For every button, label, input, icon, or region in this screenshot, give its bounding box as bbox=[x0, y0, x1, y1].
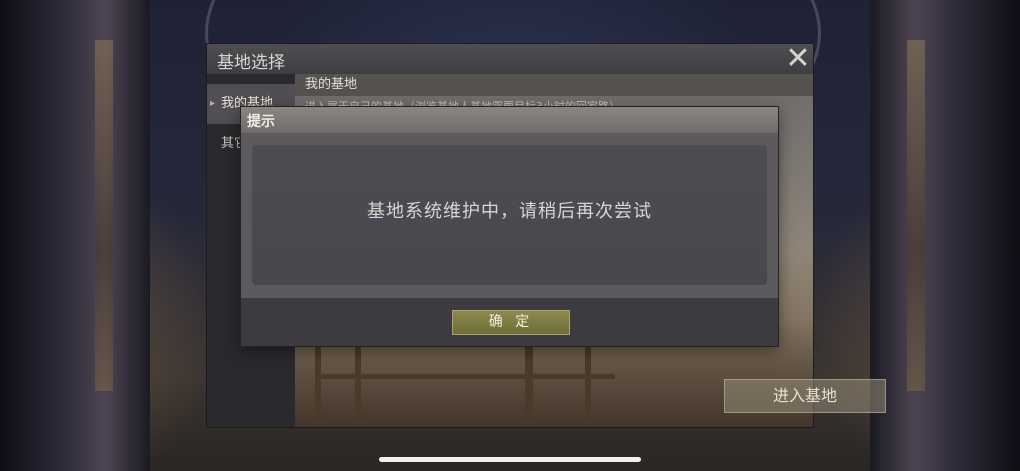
confirm-button[interactable]: 确 定 bbox=[452, 310, 570, 335]
scaffold-decoration bbox=[315, 344, 321, 424]
dialog-message-panel: 基地系统维护中，请稍后再次尝试 bbox=[252, 145, 767, 285]
left-pillar-decoration bbox=[0, 0, 150, 471]
enter-base-button[interactable]: 进入基地 bbox=[724, 379, 886, 413]
main-section-header: 我的基地 bbox=[295, 74, 813, 96]
right-pillar-decoration bbox=[870, 0, 1020, 471]
base-window-titlebar: 基地选择 ✕ bbox=[207, 44, 813, 74]
home-indicator[interactable] bbox=[379, 457, 641, 462]
scaffold-decoration bbox=[315, 374, 615, 379]
dialog-title: 提示 bbox=[247, 114, 275, 130]
scaffold-decoration bbox=[525, 334, 533, 424]
base-window-title: 基地选择 bbox=[217, 53, 285, 73]
close-icon[interactable]: ✕ bbox=[784, 44, 812, 74]
dialog-header: 提示 bbox=[241, 107, 778, 133]
dialog-message: 基地系统维护中，请稍后再次尝试 bbox=[367, 201, 652, 222]
dialog-body: 基地系统维护中，请稍后再次尝试 bbox=[241, 133, 778, 298]
notice-dialog: 提示 基地系统维护中，请稍后再次尝试 确 定 bbox=[241, 107, 778, 346]
